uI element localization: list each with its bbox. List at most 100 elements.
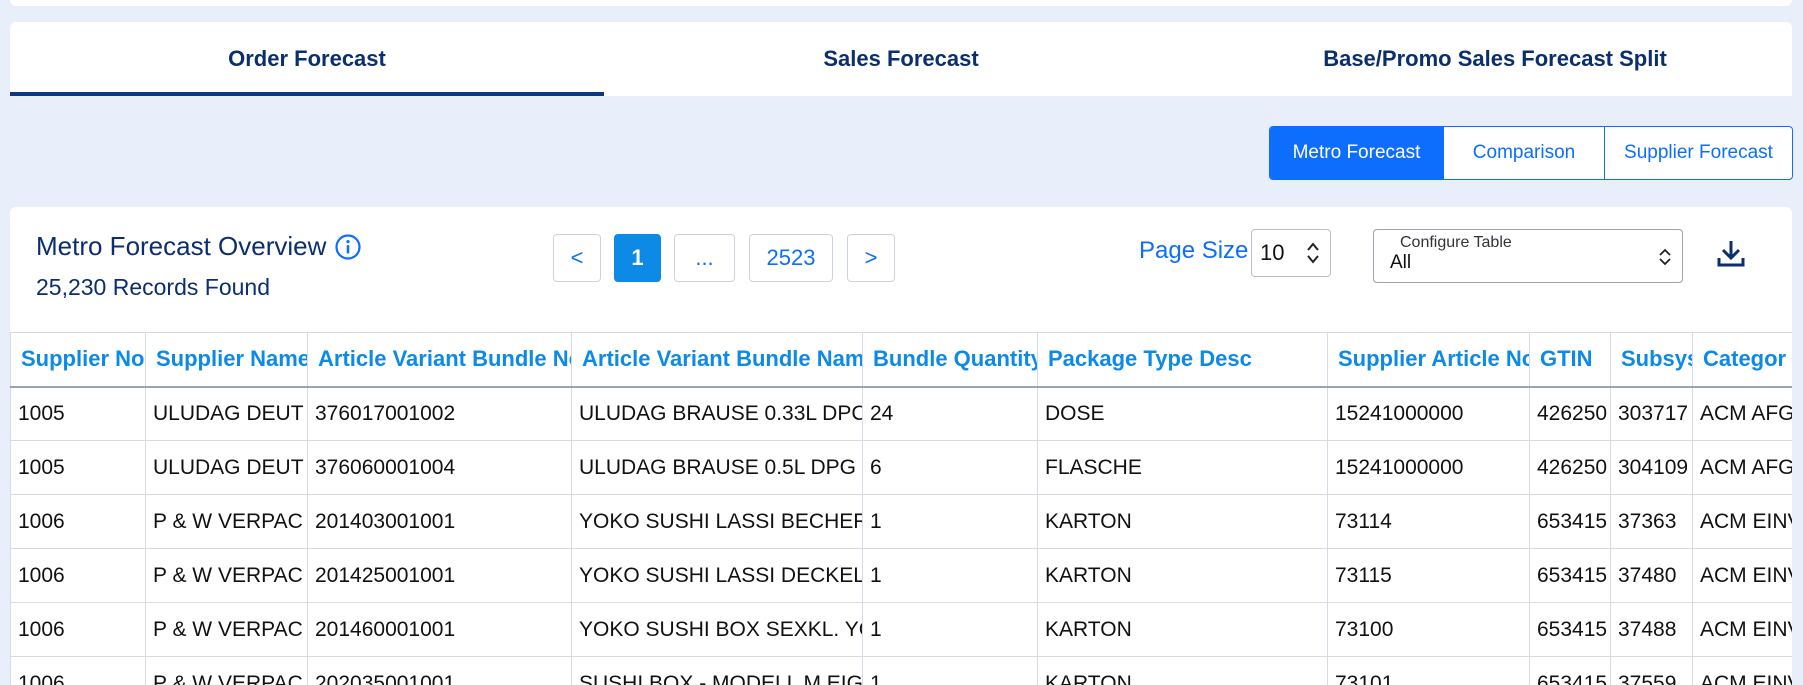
- table-cell: 1: [862, 656, 1038, 685]
- page-last-button[interactable]: 2523: [749, 234, 833, 282]
- tab-sales-forecast[interactable]: Sales Forecast: [604, 22, 1198, 96]
- table-cell: 73101: [1327, 656, 1530, 685]
- table-cell: ACM AFG: [1692, 386, 1792, 441]
- table-cell: YOKO SUSHI LASSI BECHER: [571, 494, 863, 549]
- table-cell: 73100: [1327, 602, 1530, 657]
- table-row[interactable]: 1006 P & W VERPAC 201425001001 YOKO SUSHI L…: [10, 548, 1792, 603]
- table-cell: 653415: [1529, 494, 1611, 549]
- page-1-button[interactable]: 1: [614, 234, 661, 282]
- page-size-stepper[interactable]: 10: [1251, 229, 1331, 277]
- table-header-row: Supplier No Supplier Name Article Varian…: [10, 332, 1792, 388]
- table-cell: 303717: [1610, 386, 1693, 441]
- configure-table-value: All: [1390, 252, 1412, 273]
- column-header[interactable]: Categor: [1692, 332, 1792, 388]
- table-cell: 37363: [1610, 494, 1693, 549]
- table-cell: ACM EINV: [1692, 494, 1792, 549]
- table-cell: P & W VERPAC: [145, 602, 308, 657]
- table-cell: 1: [862, 494, 1038, 549]
- table-cell: 376060001004: [307, 440, 572, 495]
- table-cell: ULUDAG DEUT: [145, 440, 308, 495]
- page-size-value: 10: [1260, 240, 1285, 265]
- overview-panel: Metro Forecast Overview 25,230 Records F…: [10, 207, 1792, 685]
- table-cell: 1: [862, 548, 1038, 603]
- table-cell: 1: [862, 602, 1038, 657]
- table-cell: 426250: [1529, 440, 1611, 495]
- next-page-button[interactable]: >: [847, 234, 895, 282]
- configure-table-select[interactable]: Configure Table All: [1373, 229, 1683, 283]
- table-cell: 6: [862, 440, 1038, 495]
- prev-page-button[interactable]: <: [553, 234, 601, 282]
- configure-table-label: Configure Table: [1400, 234, 1512, 251]
- page-title: Metro Forecast Overview: [36, 231, 327, 261]
- table-cell: 24: [862, 386, 1038, 441]
- table-cell: 37488: [1610, 602, 1693, 657]
- table-cell: ACM EINV: [1692, 602, 1792, 657]
- table-row[interactable]: 1006 P & W VERPAC 202035001001 SUSHI BOX - …: [10, 656, 1792, 685]
- chevron-updown-icon: [1658, 247, 1672, 272]
- table-cell: 15241000000: [1327, 386, 1530, 441]
- column-header[interactable]: Supplier Name: [145, 332, 308, 388]
- chevron-updown-icon[interactable]: [1306, 241, 1320, 271]
- table-cell: 1006: [10, 548, 146, 603]
- column-header[interactable]: Article Variant Bundle Name: [571, 332, 863, 388]
- table-row[interactable]: 1006 P & W VERPAC 201460001001 YOKO SUSHI B…: [10, 602, 1792, 657]
- table-cell: YOKO SUSHI BOX SEXKL. YC: [571, 602, 863, 657]
- forecast-table: Supplier No Supplier Name Article Varian…: [10, 332, 1792, 685]
- table-cell: 1005: [10, 386, 146, 441]
- table-cell: ACM AFG: [1692, 440, 1792, 495]
- table-cell: P & W VERPAC: [145, 548, 308, 603]
- table-row[interactable]: 1005 ULUDAG DEUT 376017001002 ULUDAG BRAUSE…: [10, 386, 1792, 441]
- forecast-tabs: Order Forecast Sales Forecast Base/Promo…: [10, 22, 1792, 96]
- tab-base-promo-split[interactable]: Base/Promo Sales Forecast Split: [1198, 22, 1792, 96]
- view-toggle-group: Metro Forecast Comparison Supplier Forec…: [1269, 126, 1793, 180]
- metro-forecast-button[interactable]: Metro Forecast: [1270, 127, 1443, 179]
- table-cell: 1006: [10, 494, 146, 549]
- comparison-button[interactable]: Comparison: [1443, 127, 1604, 179]
- table-cell: YOKO SUSHI LASSI DECKEL.: [571, 548, 863, 603]
- top-strip: [10, 0, 1792, 6]
- table-cell: 201403001001: [307, 494, 572, 549]
- table-cell: KARTON: [1037, 548, 1328, 603]
- column-header[interactable]: Package Type Desc: [1037, 332, 1328, 388]
- supplier-forecast-button[interactable]: Supplier Forecast: [1604, 127, 1792, 179]
- table-cell: 653415: [1529, 656, 1611, 685]
- page-size-label: Page Size: [1139, 237, 1249, 264]
- table-cell: 653415: [1529, 602, 1611, 657]
- table-cell: 304109: [1610, 440, 1693, 495]
- table-cell: KARTON: [1037, 656, 1328, 685]
- table-cell: 1006: [10, 656, 146, 685]
- column-header[interactable]: Article Variant Bundle No: [307, 332, 572, 388]
- table-cell: 15241000000: [1327, 440, 1530, 495]
- table-cell: 1005: [10, 440, 146, 495]
- table-cell: DOSE: [1037, 386, 1328, 441]
- overview-heading: Metro Forecast Overview: [36, 231, 362, 262]
- column-header[interactable]: GTIN: [1529, 332, 1611, 388]
- table-cell: ULUDAG BRAUSE 0.33L DPC: [571, 386, 863, 441]
- table-cell: ACM EINV: [1692, 656, 1792, 685]
- table-cell: ULUDAG DEUT: [145, 386, 308, 441]
- table-row[interactable]: 1005 ULUDAG DEUT 376060001004 ULUDAG BRAUSE…: [10, 440, 1792, 495]
- table-cell: 1006: [10, 602, 146, 657]
- info-icon[interactable]: [334, 233, 362, 261]
- table-cell: KARTON: [1037, 602, 1328, 657]
- table-cell: P & W VERPAC: [145, 494, 308, 549]
- table-cell: 37480: [1610, 548, 1693, 603]
- column-header[interactable]: Subsys: [1610, 332, 1693, 388]
- column-header[interactable]: Bundle Quantity: [862, 332, 1038, 388]
- table-cell: SUSHI BOX - MODELL M EIGE: [571, 656, 863, 685]
- table-cell: 73115: [1327, 548, 1530, 603]
- download-icon[interactable]: [1715, 237, 1747, 274]
- column-header[interactable]: Supplier Article No: [1327, 332, 1530, 388]
- table-cell: ACM EINV: [1692, 548, 1792, 603]
- table-cell: KARTON: [1037, 494, 1328, 549]
- table-cell: 201460001001: [307, 602, 572, 657]
- table-cell: 201425001001: [307, 548, 572, 603]
- tab-order-forecast[interactable]: Order Forecast: [10, 22, 604, 96]
- page-ellipsis: ...: [674, 234, 735, 282]
- table-cell: ULUDAG BRAUSE 0.5L DPG I: [571, 440, 863, 495]
- column-header[interactable]: Supplier No: [10, 332, 146, 388]
- table-cell: FLASCHE: [1037, 440, 1328, 495]
- table-row[interactable]: 1006 P & W VERPAC 201403001001 YOKO SUSHI L…: [10, 494, 1792, 549]
- table-cell: 73114: [1327, 494, 1530, 549]
- table-cell: 37559: [1610, 656, 1693, 685]
